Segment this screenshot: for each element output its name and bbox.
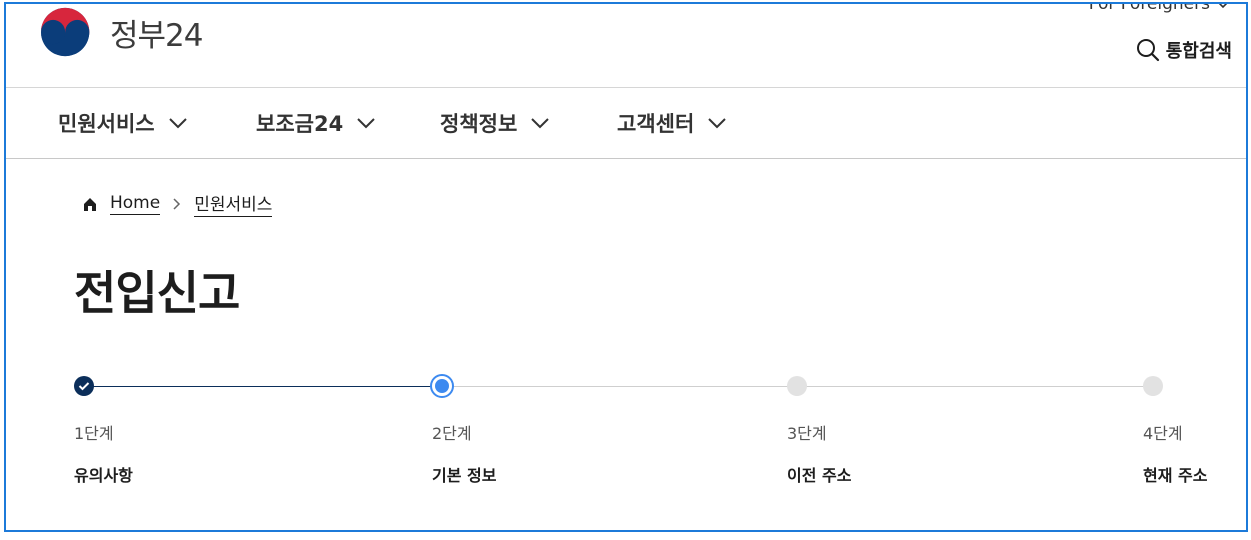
nav-item-label: 고객센터 — [617, 112, 695, 136]
step-label: 이전 주소 — [787, 466, 852, 485]
chevron-down-icon — [1218, 4, 1228, 9]
chevron-down-icon — [708, 118, 726, 129]
taegeuk-logo-icon — [41, 7, 90, 57]
step-todo-indicator — [1143, 376, 1163, 396]
main-nav: 민원서비스 보조금24 정책정보 고객센터 — [6, 88, 1246, 159]
check-icon — [78, 382, 90, 391]
chevron-down-icon — [357, 118, 375, 129]
search-label: 통합검색 — [1165, 41, 1232, 62]
chevron-right-icon — [173, 197, 181, 210]
for-foreigners-link[interactable]: For Foreigners — [1088, 2, 1230, 14]
nav-item-label: 보조금24 — [256, 112, 344, 136]
site-logo[interactable]: 정부24 — [38, 6, 203, 58]
step-progress: 1단계 유의사항 2단계 기본 정보 3단계 이전 주소 4단계 현재 주소 — [6, 364, 1246, 504]
page-title: 전입신고 — [74, 266, 240, 320]
site-header: 정부24 For Foreigners 통합검색 — [6, 4, 1246, 88]
step-number: 3단계 — [787, 424, 827, 443]
step-current-indicator — [430, 374, 454, 398]
nav-item-label: 민원서비스 — [58, 112, 155, 136]
step-number: 2단계 — [432, 424, 472, 443]
browser-frame: 정부24 For Foreigners 통합검색 민원서비스 보조금24 정책정… — [4, 2, 1248, 532]
breadcrumb-home-link[interactable]: Home — [110, 193, 161, 215]
logo-text: 정부24 — [110, 17, 203, 54]
home-icon — [84, 197, 96, 211]
chevron-down-icon — [168, 118, 187, 129]
step-todo-indicator — [787, 376, 807, 396]
progress-track-complete — [86, 386, 442, 387]
step-done-indicator — [74, 376, 94, 396]
breadcrumb-current-link[interactable]: 민원서비스 — [194, 190, 273, 217]
step-label: 유의사항 — [74, 466, 133, 485]
chevron-down-icon — [531, 118, 549, 129]
nav-item-policy-info[interactable]: 정책정보 — [440, 108, 549, 138]
step-number: 1단계 — [74, 424, 114, 443]
breadcrumb: Home 민원서비스 — [82, 190, 273, 217]
nav-item-civil-service[interactable]: 민원서비스 — [58, 108, 187, 138]
step-number: 4단계 — [1143, 424, 1183, 443]
step-label: 현재 주소 — [1143, 466, 1208, 485]
for-foreigners-label: For Foreigners — [1088, 2, 1210, 14]
integrated-search-button[interactable]: 통합검색 — [1136, 37, 1232, 63]
nav-item-label: 정책정보 — [440, 112, 518, 136]
nav-item-customer-center[interactable]: 고객센터 — [617, 108, 726, 138]
step-label: 기본 정보 — [432, 466, 497, 485]
nav-item-subsidy24[interactable]: 보조금24 — [256, 108, 375, 138]
search-icon — [1136, 39, 1159, 62]
